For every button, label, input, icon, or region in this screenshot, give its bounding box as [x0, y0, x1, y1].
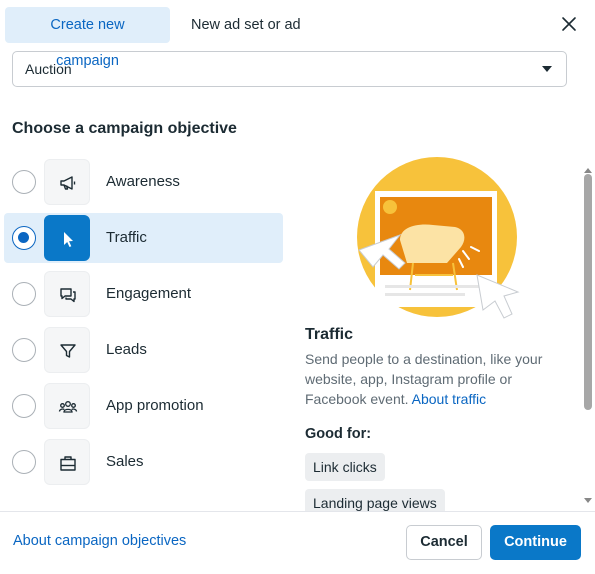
objective-label: Engagement — [106, 285, 192, 302]
footer-divider — [0, 511, 595, 512]
caret-down-icon — [542, 66, 552, 72]
shopping-bag-icon — [44, 439, 90, 485]
radio-app-promotion[interactable] — [12, 394, 36, 418]
radio-leads[interactable] — [12, 338, 36, 362]
chat-bubbles-icon — [44, 271, 90, 317]
good-for-heading: Good for: — [305, 426, 372, 442]
objective-detail-title: Traffic — [305, 326, 354, 343]
buying-type-value: Auction — [25, 61, 72, 77]
tab-new-ad-set-or-ad[interactable]: New ad set or ad — [179, 7, 313, 43]
funnel-icon — [44, 327, 90, 373]
megaphone-icon — [44, 159, 90, 205]
objective-option-engagement[interactable]: Engagement — [4, 269, 283, 319]
objective-label: Awareness — [106, 173, 180, 190]
buying-type-select[interactable]: Auction — [12, 51, 567, 87]
objective-option-traffic[interactable]: Traffic — [4, 213, 283, 263]
objective-option-awareness[interactable]: Awareness — [4, 157, 283, 207]
objective-label: Sales — [106, 453, 144, 470]
radio-engagement[interactable] — [12, 282, 36, 306]
objective-option-leads[interactable]: Leads — [4, 325, 283, 375]
objective-option-sales[interactable]: Sales — [4, 437, 283, 487]
objective-detail-description: Send people to a destination, like your … — [305, 349, 567, 409]
good-for-chip: Link clicks — [305, 453, 385, 481]
close-icon[interactable] — [559, 14, 579, 34]
scrollbar[interactable] — [583, 168, 593, 510]
about-campaign-objectives-link[interactable]: About campaign objectives — [13, 533, 186, 549]
radio-traffic[interactable] — [12, 226, 36, 250]
about-traffic-link[interactable]: About traffic — [412, 391, 486, 407]
objective-label: App promotion — [106, 397, 204, 414]
section-title: Choose a campaign objective — [12, 120, 237, 137]
cancel-button[interactable]: Cancel — [406, 525, 482, 560]
objective-label: Leads — [106, 341, 147, 358]
scroll-up-icon[interactable] — [584, 168, 592, 173]
continue-button[interactable]: Continue — [490, 525, 581, 560]
traffic-illustration — [355, 155, 520, 320]
scroll-thumb[interactable] — [584, 174, 592, 410]
tab-create-new-campaign[interactable]: Create new campaign — [5, 7, 170, 69]
tab-bar: Create new campaign New ad set or ad — [0, 0, 595, 69]
scroll-down-icon[interactable] — [584, 498, 592, 503]
cursor-icon — [44, 215, 90, 261]
people-icon — [44, 383, 90, 429]
radio-sales[interactable] — [12, 450, 36, 474]
objective-option-app-promotion[interactable]: App promotion — [4, 381, 283, 431]
radio-awareness[interactable] — [12, 170, 36, 194]
objective-label: Traffic — [106, 229, 147, 246]
